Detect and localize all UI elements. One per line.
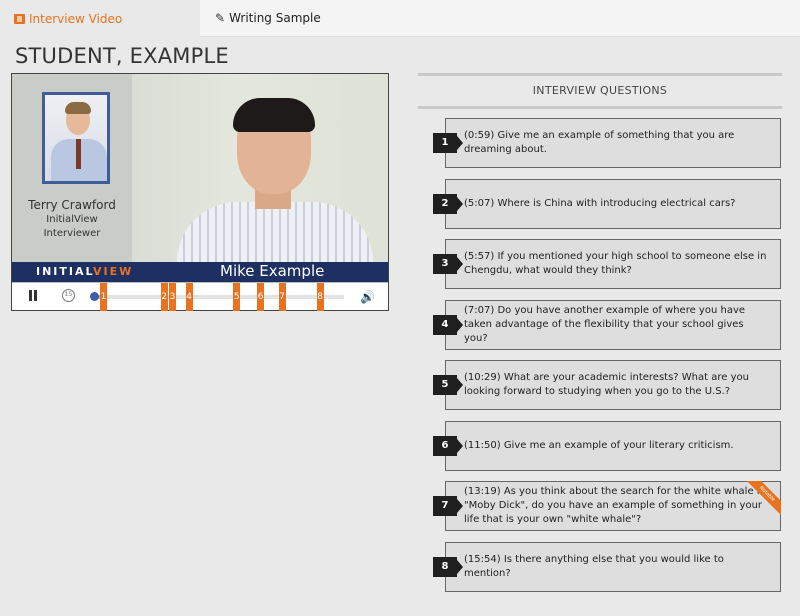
volume-icon[interactable]: 🔊 bbox=[360, 290, 375, 304]
question-timestamp: (5:57) bbox=[464, 251, 495, 262]
video-controls: 15 1 234 567 8 🔊 bbox=[12, 282, 388, 311]
interviewer-org: InitialView bbox=[46, 214, 98, 225]
question-body: What are your academic interests? What a… bbox=[464, 372, 749, 397]
interviewer-panel: Terry Crawford InitialView Interviewer bbox=[12, 74, 132, 264]
question-timestamp: (15:54) bbox=[464, 553, 501, 565]
interviewee-figure bbox=[177, 94, 377, 282]
question-text: (15:54) Is there anything else that you … bbox=[464, 543, 770, 591]
question-number-badge[interactable]: 2 bbox=[433, 193, 463, 214]
question-text: (11:50) Give me an example of your liter… bbox=[464, 422, 770, 470]
tab-label: Interview Video bbox=[29, 11, 123, 26]
questions-title: INTERVIEW QUESTIONS bbox=[532, 84, 668, 97]
question-text: (5:07) Where is China with introducing e… bbox=[464, 180, 770, 228]
question-text: (7:07) Do you have another example of wh… bbox=[464, 301, 770, 349]
question-number-badge[interactable]: 7 bbox=[433, 496, 463, 516]
question-card-5[interactable]: (10:29) What are your academic interests… bbox=[445, 360, 781, 410]
chapter-marker-2[interactable]: 2 bbox=[160, 283, 168, 311]
question-card-2[interactable]: (5:07) Where is China with introducing e… bbox=[445, 178, 781, 229]
tab-writing-sample[interactable]: ✎ Writing Sample bbox=[200, 0, 800, 37]
tab-label: Writing Sample bbox=[229, 11, 321, 25]
question-timestamp: (11:50) bbox=[464, 439, 501, 451]
interviewer-role: Interviewer bbox=[43, 228, 101, 239]
video-screen[interactable]: Terry Crawford InitialView Interviewer I… bbox=[12, 74, 388, 282]
question-timestamp: (5:07) bbox=[464, 197, 495, 209]
question-text: (0:59) Give me an example of something t… bbox=[464, 119, 770, 167]
question-body: As you think about the search for the wh… bbox=[464, 486, 766, 525]
question-timestamp: (13:19) bbox=[464, 486, 501, 497]
question-timestamp: (0:59) bbox=[464, 130, 495, 141]
question-number-badge[interactable]: 1 bbox=[433, 133, 463, 153]
playhead[interactable] bbox=[90, 292, 99, 301]
question-timestamp: (10:29) bbox=[464, 372, 501, 383]
video-lower-third: INITIALVIEW Mike Example bbox=[12, 262, 388, 282]
header-divider-bottom bbox=[418, 106, 782, 109]
chapter-marker-1[interactable]: 1 bbox=[100, 283, 107, 311]
ribbon-label: Notable bbox=[747, 481, 781, 515]
question-body: Do you have another example of where you… bbox=[464, 304, 746, 344]
question-number-badge[interactable]: 3 bbox=[433, 254, 463, 274]
interviewer-name: Terry Crawford bbox=[28, 198, 116, 212]
tab-bar: Interview Video ✎ Writing Sample bbox=[0, 0, 800, 37]
pencil-icon: ✎ bbox=[215, 11, 226, 25]
brand-part1: INITIAL bbox=[36, 265, 93, 278]
student-name: STUDENT, EXAMPLE bbox=[15, 44, 229, 68]
chapter-marker-3[interactable]: 3 bbox=[169, 283, 177, 311]
question-body: Give me an example of something that you… bbox=[464, 130, 735, 155]
chapter-marker-6[interactable]: 6 bbox=[257, 283, 265, 311]
pause-icon[interactable] bbox=[28, 290, 38, 301]
question-body: Give me an example of your literary crit… bbox=[503, 439, 734, 451]
question-number-badge[interactable]: 6 bbox=[433, 435, 463, 456]
question-text: (13:19) As you think about the search fo… bbox=[464, 482, 770, 530]
question-card-7[interactable]: (13:19) As you think about the search fo… bbox=[445, 481, 781, 531]
question-number-badge[interactable]: 5 bbox=[433, 375, 463, 395]
interviewee-name: Mike Example bbox=[220, 262, 325, 280]
question-card-6[interactable]: (11:50) Give me an example of your liter… bbox=[445, 420, 781, 471]
question-text: (10:29) What are your academic interests… bbox=[464, 361, 770, 409]
notable-ribbon: Notable bbox=[747, 481, 781, 515]
question-card-3[interactable]: (5:57) If you mentioned your high school… bbox=[445, 239, 781, 289]
question-card-8[interactable]: (15:54) Is there anything else that you … bbox=[445, 541, 781, 592]
chapter-marker-5[interactable]: 5 bbox=[233, 283, 241, 311]
question-body: Is there anything else that you would li… bbox=[464, 553, 724, 579]
question-number-badge[interactable]: 4 bbox=[433, 314, 463, 335]
chapter-marker-4[interactable]: 4 bbox=[185, 283, 193, 311]
question-card-1[interactable]: (0:59) Give me an example of something t… bbox=[445, 118, 781, 168]
question-number-badge[interactable]: 8 bbox=[433, 556, 463, 577]
film-icon bbox=[14, 13, 25, 24]
question-timestamp: (7:07) bbox=[464, 304, 495, 316]
interviewer-photo bbox=[42, 92, 110, 184]
video-player[interactable]: Terry Crawford InitialView Interviewer I… bbox=[11, 73, 389, 311]
chapter-marker-8[interactable]: 8 bbox=[316, 283, 324, 311]
question-text: (5:57) If you mentioned your high school… bbox=[464, 240, 770, 288]
tab-interview-video[interactable]: Interview Video bbox=[0, 0, 200, 37]
brand-logo: INITIALVIEW bbox=[36, 265, 133, 278]
progress-track[interactable] bbox=[94, 295, 344, 299]
question-body: If you mentioned your high school to som… bbox=[464, 251, 767, 276]
chapter-marker-7[interactable]: 7 bbox=[278, 283, 286, 311]
question-body: Where is China with introducing electric… bbox=[497, 197, 736, 209]
rewind-icon[interactable]: 15 bbox=[62, 289, 75, 302]
question-card-4[interactable]: (7:07) Do you have another example of wh… bbox=[445, 299, 781, 350]
brand-part2: VIEW bbox=[93, 265, 134, 278]
